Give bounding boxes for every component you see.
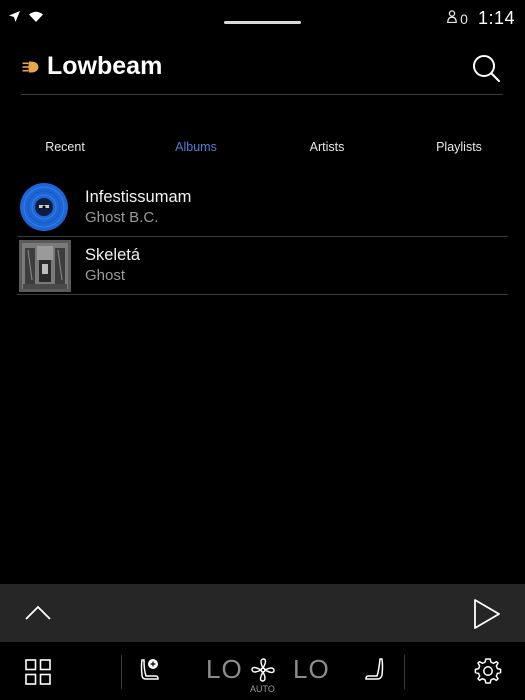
- seat-heat-right-icon: [364, 658, 386, 688]
- expand-player-button[interactable]: [24, 601, 52, 623]
- navigation-arrow-icon: [8, 10, 21, 28]
- search-button[interactable]: [470, 52, 502, 84]
- user-indicator[interactable]: 0: [447, 9, 468, 29]
- search-icon: [470, 55, 502, 88]
- temp-right[interactable]: LO: [293, 654, 330, 685]
- album-artist: Ghost B.C.: [85, 209, 159, 226]
- header-divider: [21, 94, 503, 95]
- album-art-vinyl: [19, 182, 69, 232]
- apps-grid-button[interactable]: [25, 659, 51, 685]
- status-left-icons: [8, 10, 43, 28]
- lowbeam-logo-icon: [22, 60, 40, 79]
- user-icon: [447, 9, 458, 28]
- list-item[interactable]: Infestissumam Ghost B.C.: [17, 179, 508, 237]
- album-artist: Ghost: [85, 267, 126, 284]
- album-title: Infestissumam: [85, 188, 192, 206]
- settings-button[interactable]: [474, 657, 502, 685]
- player-bar: [0, 584, 525, 642]
- list-item[interactable]: Skeletá Ghost: [17, 237, 508, 295]
- app-title: Lowbeam: [47, 52, 163, 80]
- climate-divider-right: [404, 655, 405, 689]
- status-bar: 0 1:14: [0, 0, 525, 40]
- temp-left[interactable]: LO: [206, 654, 243, 685]
- fan-button[interactable]: [251, 658, 275, 682]
- settings-gear-icon: [474, 658, 502, 689]
- notification-handle[interactable]: [224, 21, 301, 24]
- tab-recent[interactable]: Recent: [45, 140, 85, 154]
- album-list: Infestissumam Ghost B.C. Skeletá Ghost: [17, 179, 508, 295]
- seat-heat-left-button[interactable]: [139, 656, 163, 684]
- fan-mode-label: AUTO: [250, 684, 275, 694]
- seat-heat-left-icon: [139, 659, 163, 688]
- album-title: Skeletá: [85, 246, 141, 264]
- wifi-icon: [29, 10, 43, 28]
- apps-grid-icon: [25, 659, 51, 689]
- library-tabs: Recent Albums Artists Playlists: [0, 140, 525, 162]
- climate-divider-left: [121, 655, 122, 689]
- climate-bar: LO AUTO LO: [0, 642, 525, 700]
- play-icon: [472, 599, 502, 634]
- app-header: Lowbeam: [0, 40, 525, 96]
- play-button[interactable]: [472, 598, 502, 630]
- seat-heat-right-button[interactable]: [364, 656, 386, 684]
- tab-albums[interactable]: Albums: [175, 140, 217, 154]
- album-art-cover: [19, 240, 71, 292]
- chevron-up-icon: [24, 605, 52, 627]
- tab-artists[interactable]: Artists: [310, 140, 345, 154]
- tab-playlists[interactable]: Playlists: [436, 140, 482, 154]
- user-count: 0: [460, 10, 468, 27]
- status-right: 0 1:14: [447, 8, 515, 29]
- clock: 1:14: [477, 8, 515, 28]
